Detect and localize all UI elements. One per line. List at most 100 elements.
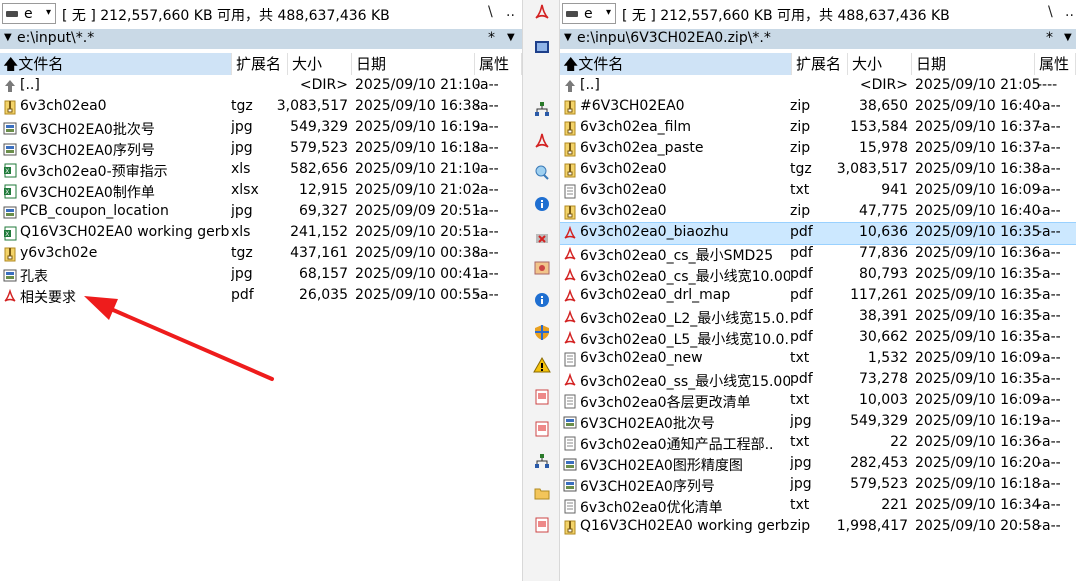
network-icon[interactable]	[533, 100, 551, 118]
drive-bar: e ▾ [ 无 ] 212,557,660 KB 可用，共 488,637,43…	[560, 0, 1076, 28]
file-row[interactable]: 6v3ch02ea0优化清单 txt 221 2025/09/10 16:34 -a--	[560, 496, 1076, 517]
file-row[interactable]: 6v3ch02ea_paste zip 15,978 2025/09/10 16:37…	[560, 139, 1076, 160]
file-name: Q16V3CH02EA0 working gerb..	[20, 224, 230, 240]
pdf-icon	[563, 330, 577, 346]
search-icon[interactable]	[533, 163, 551, 181]
file-row[interactable]: 6V3CH02EA0图形精度图 jpg 282,453 2025/09/10 16:2…	[560, 454, 1076, 475]
file-date: 2025/09/10 16:09	[915, 182, 1041, 198]
file-date: 2025/09/10 16:40	[915, 203, 1041, 219]
parent-dir-button[interactable]: ..	[506, 4, 515, 20]
file-row[interactable]: 6v3ch02ea0_cs_最小线宽10.00.. pdf 80,793 2025/0…	[560, 265, 1076, 286]
file-row[interactable]: 相关要求 pdf 26,035 2025/09/10 00:55 -a--	[0, 286, 522, 307]
header-date[interactable]: 日期	[353, 53, 475, 75]
file-name: 6v3ch02ea0-预审指示	[20, 164, 168, 180]
file-name: 6v3ch02ea0	[580, 161, 667, 177]
file-row[interactable]: 6v3ch02ea0 zip 47,775 2025/09/10 16:40 -a--	[560, 202, 1076, 223]
parent-dir-button[interactable]: ..	[1065, 4, 1074, 20]
file-attr: -a--	[475, 203, 499, 219]
file-row[interactable]: #6V3CH02EA0 zip 38,650 2025/09/10 16:40 -a--	[560, 97, 1076, 118]
file-row[interactable]: [..] <DIR> 2025/09/10 21:10 -a--	[0, 76, 522, 97]
file-date: 2025/09/10 16:35	[915, 287, 1041, 303]
path-bar[interactable]: ▼ e:\input\*.* * ▼	[0, 29, 522, 49]
pdf-icon[interactable]	[533, 3, 551, 21]
file-row[interactable]: [..] <DIR> 2025/09/10 21:05 ----	[560, 76, 1076, 97]
file-row[interactable]: 6v3ch02ea0_ss_最小线宽15.000 pdf 73,278 2025/09…	[560, 370, 1076, 391]
document-icon[interactable]	[533, 516, 551, 534]
file-row[interactable]: 6V3CH02EA0序列号 jpg 579,523 2025/09/10 16:18-…	[560, 475, 1076, 496]
drive-selector[interactable]: e ▾	[562, 3, 616, 24]
header-size[interactable]: 大小	[289, 53, 352, 75]
file-row[interactable]: 6v3ch02ea0各层更改清单 txt 10,003 2025/09/10 16:0…	[560, 391, 1076, 412]
header-attr[interactable]: 属性	[476, 53, 522, 75]
file-name: 6V3CH02EA0序列号	[580, 479, 715, 495]
file-row[interactable]: 6v3ch02ea0_L5_最小线宽10.0.. pdf 30,662 2025/09…	[560, 328, 1076, 349]
file-row[interactable]: 6V3CH02EA0序列号 jpg 579,523 2025/09/10 16:18-…	[0, 139, 522, 160]
header-attr[interactable]: 属性	[1036, 53, 1076, 75]
zip-icon	[563, 205, 577, 220]
image-icon[interactable]	[533, 259, 551, 277]
file-row[interactable]: 6v3ch02ea0通知产品工程部.. txt 22 2025/09/10 16:36…	[560, 433, 1076, 454]
file-row[interactable]: 6V3CH02EA0批次号 jpg 549,329 2025/09/10 16:19-…	[560, 412, 1076, 433]
terminal-icon[interactable]	[533, 38, 551, 56]
file-attr: -a--	[475, 119, 499, 135]
shield-icon[interactable]	[533, 323, 551, 341]
file-row[interactable]: 6v3ch02ea0 tgz 3,083,517 2025/09/10 16:38 -a…	[0, 97, 522, 118]
pdf-icon[interactable]	[533, 132, 551, 150]
xls-icon: X	[3, 163, 17, 178]
file-row[interactable]: X Q16V3CH02EA0 working gerb.. xls 241,152 20…	[0, 223, 522, 244]
file-attr: -a--	[1037, 287, 1061, 303]
txt-icon	[563, 352, 577, 367]
file-row[interactable]: 6v3ch02ea0_cs_最小SMD25 pdf 77,836 2025/09/10…	[560, 244, 1076, 265]
file-row[interactable]: 6V3CH02EA0批次号 jpg 549,329 2025/09/10 16:19-…	[0, 118, 522, 139]
file-size: 549,329	[850, 413, 908, 429]
folder-icon[interactable]	[533, 484, 551, 502]
file-date: 2025/09/10 16:37	[915, 119, 1041, 135]
file-row[interactable]: X 6v3ch02ea0-预审指示 xls 582,656 2025/09/10 21:…	[0, 160, 522, 181]
history-dropdown-icon[interactable]: ▼	[507, 32, 515, 43]
file-row[interactable]: 6v3ch02ea0 tgz 3,083,517 2025/09/10 16:38 -a…	[560, 160, 1076, 181]
path-bar[interactable]: ▼ e:\inpu\6V3CH02EA0.zip\*.* * ▼	[560, 29, 1076, 49]
file-attr: -a--	[1037, 140, 1061, 156]
info-icon[interactable]	[533, 195, 551, 213]
file-row[interactable]: 6v3ch02ea0_new txt 1,532 2025/09/10 16:09 -a…	[560, 349, 1076, 370]
delete-icon[interactable]	[533, 229, 551, 247]
header-name[interactable]: 🡅文件名	[0, 53, 232, 75]
file-size: 69,327	[299, 203, 348, 219]
document-icon[interactable]	[533, 388, 551, 406]
warning-icon[interactable]	[533, 356, 551, 374]
file-row[interactable]: PCB_coupon_location jpg 69,327 2025/09/09 2…	[0, 202, 522, 223]
file-attr: -a--	[1037, 182, 1061, 198]
file-name: 6v3ch02ea_film	[580, 119, 692, 135]
file-row[interactable]: X 6V3CH02EA0制作单 xlsx 12,915 2025/09/10 21:02…	[0, 181, 522, 202]
file-size: 12,915	[299, 182, 348, 198]
filter-button[interactable]: *	[1046, 30, 1053, 46]
header-ext[interactable]: 扩展名	[233, 53, 288, 75]
root-dir-button[interactable]: \	[488, 4, 493, 20]
file-name: 6v3ch02ea0_L5_最小线宽10.0..	[580, 332, 790, 348]
network-icon[interactable]	[533, 452, 551, 470]
file-size: 38,391	[859, 308, 908, 324]
history-dropdown-icon[interactable]: ▼	[1064, 32, 1072, 43]
file-row[interactable]: 6v3ch02ea0 txt 941 2025/09/10 16:09 -a--	[560, 181, 1076, 202]
file-date: 2025/09/10 16:36	[915, 245, 1041, 261]
file-date: 2025/09/10 16:18	[915, 476, 1041, 492]
file-row[interactable]: y6v3ch02e tgz 437,161 2025/09/10 00:38 -a--	[0, 244, 522, 265]
root-dir-button[interactable]: \	[1048, 4, 1053, 20]
file-row[interactable]: 6v3ch02ea0_biaozhu pdf 10,636 2025/09/10 16…	[560, 222, 1076, 245]
document-icon[interactable]	[533, 420, 551, 438]
info-icon[interactable]	[533, 291, 551, 309]
file-row[interactable]: Q16V3CH02EA0 working gerb.. zip 1,998,417 2…	[560, 517, 1076, 538]
file-name: 6v3ch02ea0	[580, 182, 667, 198]
header-ext[interactable]: 扩展名	[793, 53, 848, 75]
filter-button[interactable]: *	[488, 30, 495, 46]
file-row[interactable]: 6v3ch02ea_film zip 153,584 2025/09/10 16:37…	[560, 118, 1076, 139]
header-size[interactable]: 大小	[849, 53, 912, 75]
file-row[interactable]: 6v3ch02ea0_L2_最小线宽15.0.. pdf 38,391 2025/09…	[560, 307, 1076, 328]
file-date: 2025/09/10 21:02	[355, 182, 481, 198]
pdf-icon	[563, 372, 577, 388]
file-row[interactable]: 孔表 jpg 68,157 2025/09/10 00:41 -a--	[0, 265, 522, 286]
header-name[interactable]: 🡅文件名	[560, 53, 792, 75]
file-row[interactable]: 6v3ch02ea0_drl_map pdf 117,261 2025/09/10 1…	[560, 286, 1076, 307]
header-date[interactable]: 日期	[913, 53, 1035, 75]
drive-selector[interactable]: e ▾	[2, 3, 56, 24]
